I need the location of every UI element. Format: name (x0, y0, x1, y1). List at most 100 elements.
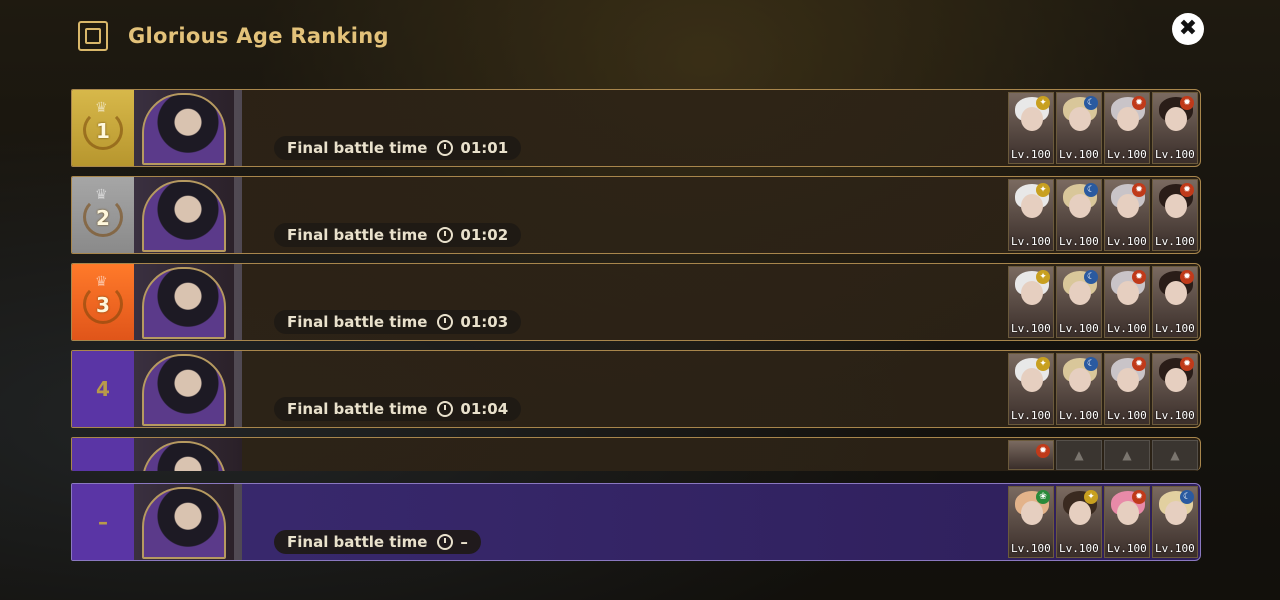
player-portrait[interactable] (134, 264, 242, 340)
hero-card[interactable]: ✦ Lv.100 (1008, 266, 1054, 338)
hero-card[interactable]: ✦ Lv.100 (1008, 179, 1054, 251)
hero-level: Lv.100 (1107, 148, 1147, 161)
ranking-row[interactable]: 4 Final battle time 01:04 ✦ Lv.100 ☾ Lv.100 ✹ Lv… (71, 350, 1201, 428)
rank-number: 2 (96, 206, 110, 230)
hero-card[interactable]: ❀ Lv.100 (1008, 486, 1054, 558)
team-lineup: ❀ Lv.100 ✦ Lv.100 ✹ Lv.100 ☾ Lv.100 (1008, 486, 1198, 558)
battle-time-label: Final battle time (287, 313, 428, 331)
hero-card[interactable]: ☾ Lv.100 (1056, 92, 1102, 164)
battle-time-pill: Final battle time 01:01 (274, 136, 522, 160)
hero-level: Lv.100 (1011, 235, 1051, 248)
battle-time-value: 01:02 (460, 226, 509, 244)
header: Glorious Age Ranking (78, 19, 389, 53)
hero-card[interactable]: ✹ Lv.100 (1104, 266, 1150, 338)
player-portrait[interactable] (134, 90, 242, 166)
battle-time-value: 01:03 (460, 313, 509, 331)
moon-element-icon: ☾ (1084, 270, 1098, 284)
battle-time-label: Final battle time (287, 139, 428, 157)
hero-card[interactable]: ✹ Lv.100 (1104, 92, 1150, 164)
laurel-medal-icon: ♛ 3 (80, 274, 126, 330)
hero-level: Lv.100 (1059, 542, 1099, 555)
light-element-icon: ✦ (1036, 270, 1050, 284)
battle-time-value: 01:04 (460, 400, 509, 418)
hero-level: Lv.100 (1011, 322, 1051, 335)
moon-element-icon: ☾ (1084, 357, 1098, 371)
close-icon: ✖ (1178, 16, 1198, 41)
player-portrait[interactable] (134, 177, 242, 253)
hero-level: Lv.100 (1155, 322, 1195, 335)
battle-time-label: Final battle time (287, 400, 428, 418)
rank-badge: ♛ 3 (72, 264, 134, 340)
team-lineup: ✦ Lv.100 ☾ Lv.100 ✹ Lv.100 ✹ Lv.100 (1008, 179, 1198, 251)
hero-level: Lv.100 (1107, 322, 1147, 335)
hero-card[interactable]: ✹ Lv.100 (1104, 353, 1150, 425)
hero-level: Lv.100 (1107, 235, 1147, 248)
avatar (142, 267, 226, 339)
battle-time-label: Final battle time (287, 226, 428, 244)
rank-badge: 4 (72, 351, 134, 427)
clock-icon (437, 534, 454, 550)
laurel-medal-icon: ♛ 1 (80, 100, 126, 156)
hero-level: Lv.100 (1011, 542, 1051, 555)
rank-badge (72, 438, 134, 471)
hero-card[interactable]: ✹ Lv.100 (1152, 179, 1198, 251)
rank-number: 3 (96, 293, 110, 317)
hero-level: Lv.100 (1059, 235, 1099, 248)
team-lineup: ✹ ▲ ▲ ▲ (1008, 440, 1198, 470)
player-portrait[interactable] (134, 484, 242, 560)
fire-element-icon: ✹ (1132, 490, 1146, 504)
team-lineup: ✦ Lv.100 ☾ Lv.100 ✹ Lv.100 ✹ Lv.100 (1008, 92, 1198, 164)
ranking-row[interactable]: ♛ 3 Final battle time 01:03 ✦ Lv.100 ☾ Lv.100 ✹ L… (71, 263, 1201, 341)
light-element-icon: ✦ (1036, 96, 1050, 110)
hero-level: Lv.100 (1155, 542, 1195, 555)
hero-level: Lv.100 (1155, 409, 1195, 422)
rank-badge: ♛ 1 (72, 90, 134, 166)
fire-element-icon: ✹ (1132, 96, 1146, 110)
hero-card[interactable]: ☾ Lv.100 (1152, 486, 1198, 558)
hero-card[interactable]: ✹ Lv.100 (1152, 92, 1198, 164)
clock-icon (437, 401, 454, 417)
hero-card[interactable]: ✹ Lv.100 (1152, 353, 1198, 425)
clock-icon (437, 140, 454, 156)
avatar (142, 487, 226, 559)
hero-card[interactable]: ✦ Lv.100 (1056, 486, 1102, 558)
rank-badge: ♛ 2 (72, 177, 134, 253)
hero-card[interactable]: ✹ (1008, 440, 1054, 470)
hero-card[interactable]: ☾ Lv.100 (1056, 353, 1102, 425)
battle-time-pill: Final battle time 01:03 (274, 310, 522, 334)
light-element-icon: ✦ (1036, 183, 1050, 197)
hero-card[interactable]: ✦ Lv.100 (1008, 353, 1054, 425)
hero-card[interactable]: ☾ Lv.100 (1056, 266, 1102, 338)
rank-badge: – (72, 484, 134, 560)
rank-number: 4 (96, 377, 110, 401)
avatar (142, 180, 226, 252)
ranking-row-partial[interactable]: ✹ ▲ ▲ ▲ (71, 437, 1201, 471)
page-title: Glorious Age Ranking (128, 24, 389, 48)
empty-slot-icon: ▲ (1056, 440, 1102, 470)
hero-card[interactable]: ✹ Lv.100 (1152, 266, 1198, 338)
player-portrait[interactable] (134, 438, 242, 471)
avatar (142, 93, 226, 165)
hero-card[interactable]: ✹ Lv.100 (1104, 179, 1150, 251)
battle-time-value: 01:01 (460, 139, 509, 157)
close-button[interactable]: ✖ (1172, 13, 1204, 45)
player-portrait[interactable] (134, 351, 242, 427)
hero-card[interactable]: ✦ Lv.100 (1008, 92, 1054, 164)
fire-element-icon: ✹ (1132, 357, 1146, 371)
battle-time-pill: Final battle time 01:04 (274, 397, 522, 421)
nature-element-icon: ❀ (1036, 490, 1050, 504)
battle-time-pill: Final battle time – (274, 530, 481, 554)
hero-level: Lv.100 (1155, 235, 1195, 248)
emblem-icon (78, 21, 108, 51)
moon-element-icon: ☾ (1180, 490, 1194, 504)
fire-element-icon: ✹ (1132, 183, 1146, 197)
hero-level: Lv.100 (1059, 322, 1099, 335)
ranking-row[interactable]: ♛ 2 Final battle time 01:02 ✦ Lv.100 ☾ Lv.100 ✹ L… (71, 176, 1201, 254)
hero-card[interactable]: ✹ Lv.100 (1104, 486, 1150, 558)
ranking-row[interactable]: ♛ 1 Final battle time 01:01 ✦ Lv.100 ☾ Lv.100 ✹ L… (71, 89, 1201, 167)
ranking-row[interactable]: – Final battle time – ❀ Lv.100 ✦ Lv.100 ✹ Lv.100… (71, 483, 1201, 561)
avatar (142, 354, 226, 426)
empty-slot-icon: ▲ (1104, 440, 1150, 470)
fire-element-icon: ✹ (1180, 183, 1194, 197)
hero-card[interactable]: ☾ Lv.100 (1056, 179, 1102, 251)
